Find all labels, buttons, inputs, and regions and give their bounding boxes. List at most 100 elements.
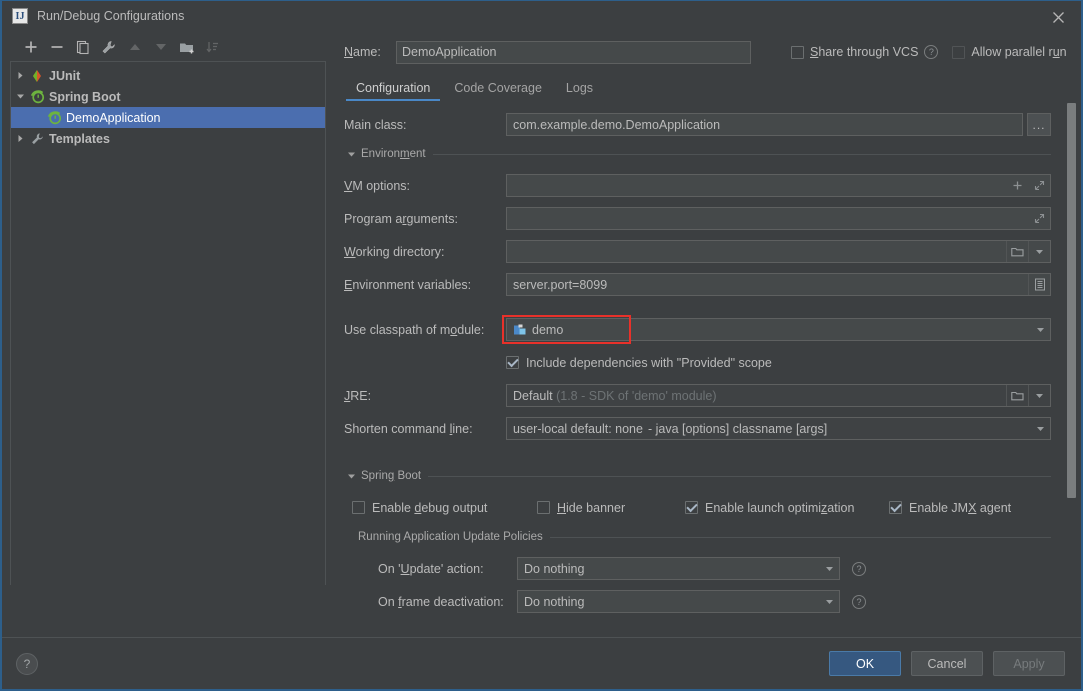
tree-item-label: Templates — [49, 131, 110, 146]
chevron-down-icon[interactable] — [1028, 241, 1050, 262]
section-divider — [549, 536, 1051, 538]
jre-field[interactable]: Default (1.8 - SDK of 'demo' module) — [506, 384, 1051, 407]
jre-row: JRE: Default (1.8 - SDK of 'demo' module… — [344, 384, 1051, 407]
editor-tabs: Configuration Code Coverage Logs — [334, 73, 1081, 101]
main-class-value: com.example.demo.DemoApplication — [513, 117, 721, 132]
shorten-command-line-text: user-local default: none - java [options… — [507, 422, 1030, 436]
cancel-button[interactable]: Cancel — [911, 651, 983, 676]
chevron-down-icon[interactable] — [11, 92, 29, 101]
vcs-options: Share through VCS ? Allow parallel run — [791, 45, 1067, 59]
allow-parallel-run-checkbox[interactable] — [952, 45, 966, 59]
wrench-icon — [29, 131, 45, 147]
copy-button[interactable] — [70, 35, 95, 59]
apply-button[interactable]: Apply — [993, 651, 1065, 676]
enable-jmx-agent-checkbox[interactable] — [889, 501, 902, 514]
enable-debug-output-label: Enable debug output — [372, 500, 488, 515]
tree-toolbar — [10, 33, 330, 61]
close-icon[interactable] — [1047, 6, 1069, 28]
on-update-action-combo[interactable]: Do nothing — [517, 557, 840, 580]
share-through-vcs-checkbox[interactable] — [791, 45, 804, 59]
program-arguments-label: Program arguments: — [344, 211, 458, 226]
on-frame-deactivation-value: Do nothing — [524, 594, 585, 609]
main-class-field[interactable]: com.example.demo.DemoApplication — [506, 113, 1023, 136]
working-directory-row: Working directory: — [344, 240, 1051, 263]
vm-options-field[interactable] — [506, 174, 1051, 197]
chevron-down-icon[interactable] — [1028, 385, 1050, 406]
spring-boot-section-label: Spring Boot — [361, 470, 422, 482]
jre-value-main: Default — [513, 388, 553, 403]
main-class-row: Main class: com.example.demo.DemoApplica… — [344, 113, 1051, 136]
name-label: Name: — [344, 45, 381, 59]
on-update-action-value: Do nothing — [524, 561, 585, 576]
hide-banner-checkbox[interactable] — [537, 501, 550, 514]
share-vcs-help-icon[interactable]: ? — [924, 45, 939, 59]
folder-icon[interactable] — [1006, 385, 1028, 406]
configurations-tree[interactable]: JUnit Spring Boot DemoApplication Templa… — [10, 61, 326, 585]
enable-launch-optimization-checkbox[interactable] — [685, 501, 698, 514]
include-provided-checkbox[interactable] — [506, 356, 519, 369]
shorten-command-line-label: Shorten command line: — [344, 421, 473, 436]
chevron-down-icon[interactable] — [344, 150, 358, 159]
chevron-down-icon[interactable] — [1030, 418, 1050, 439]
ok-button[interactable]: OK — [829, 651, 901, 676]
shorten-command-line-combo[interactable]: user-local default: none - java [options… — [506, 417, 1051, 440]
tab-code-coverage[interactable]: Code Coverage — [442, 79, 554, 101]
module-combo[interactable]: demo — [506, 318, 1051, 341]
enable-debug-output-checkbox[interactable] — [352, 501, 365, 514]
module-combo-text: demo — [507, 323, 1030, 337]
arrow-up-icon[interactable] — [122, 35, 147, 59]
working-directory-field[interactable] — [506, 240, 1051, 263]
environment-section-label: Environment — [361, 148, 426, 160]
form-scrollbar[interactable] — [1067, 103, 1076, 635]
hide-banner-label: Hide banner — [557, 500, 626, 515]
name-row: Name: Share through VCS ? Allow parallel… — [334, 31, 1081, 73]
environment-variables-row: Environment variables: server.port=8099 — [344, 273, 1051, 296]
expand-icon[interactable] — [1028, 175, 1050, 196]
name-input[interactable] — [396, 40, 751, 64]
tree-item-demoapplication[interactable]: DemoApplication — [11, 107, 325, 128]
spring-boot-icon — [46, 110, 62, 126]
tab-configuration[interactable]: Configuration — [344, 79, 442, 101]
plus-icon[interactable] — [1006, 175, 1028, 196]
chevron-down-icon[interactable] — [819, 591, 839, 612]
working-directory-label: Working directory: — [344, 244, 445, 259]
include-provided-label: Include dependencies with "Provided" sco… — [526, 355, 772, 370]
on-update-action-row: On 'Update' action: Do nothing ? — [344, 557, 1051, 580]
chevron-down-icon[interactable] — [344, 472, 358, 481]
chevron-down-icon[interactable] — [819, 558, 839, 579]
enable-debug-output-group: Enable debug output — [352, 501, 537, 515]
chevron-right-icon[interactable] — [11, 134, 29, 143]
tree-item-spring-boot[interactable]: Spring Boot — [11, 86, 325, 107]
shorten-command-line-hint: - java [options] classname [args] — [647, 421, 828, 436]
chevron-right-icon[interactable] — [11, 71, 29, 80]
folder-add-icon[interactable] — [174, 35, 199, 59]
vm-options-label: VM options: — [344, 178, 411, 193]
vm-options-row: VM options: — [344, 174, 1051, 197]
chevron-down-icon[interactable] — [1030, 319, 1050, 340]
expand-icon[interactable] — [1028, 208, 1050, 229]
arrow-down-icon[interactable] — [148, 35, 173, 59]
spring-boot-checkboxes-row: Enable debug output Hide banner Enable l… — [344, 496, 1051, 519]
tab-logs[interactable]: Logs — [554, 79, 605, 101]
remove-button[interactable] — [44, 35, 69, 59]
form-scrollbar-thumb[interactable] — [1067, 103, 1076, 498]
help-icon[interactable]: ? — [16, 652, 38, 675]
list-editor-icon[interactable] — [1028, 274, 1050, 295]
on-frame-deactivation-combo[interactable]: Do nothing — [517, 590, 840, 613]
spring-boot-section-header[interactable]: Spring Boot — [344, 468, 1051, 484]
tree-item-junit[interactable]: JUnit — [11, 65, 325, 86]
on-frame-deactivation-help-icon[interactable]: ? — [852, 594, 866, 609]
on-update-action-help-icon[interactable]: ? — [852, 561, 866, 576]
tree-item-templates[interactable]: Templates — [11, 128, 325, 149]
folder-icon[interactable] — [1006, 241, 1028, 262]
environment-variables-field[interactable]: server.port=8099 — [506, 273, 1051, 296]
environment-section-header[interactable]: Environment — [344, 146, 1051, 162]
module-icon — [513, 323, 527, 337]
add-button[interactable] — [18, 35, 43, 59]
main-class-browse-button[interactable]: ... — [1027, 113, 1051, 136]
tree-item-label: JUnit — [49, 68, 81, 83]
wrench-icon[interactable] — [96, 35, 121, 59]
program-arguments-field[interactable] — [506, 207, 1051, 230]
sort-icon[interactable] — [200, 35, 225, 59]
program-arguments-row: Program arguments: — [344, 207, 1051, 230]
